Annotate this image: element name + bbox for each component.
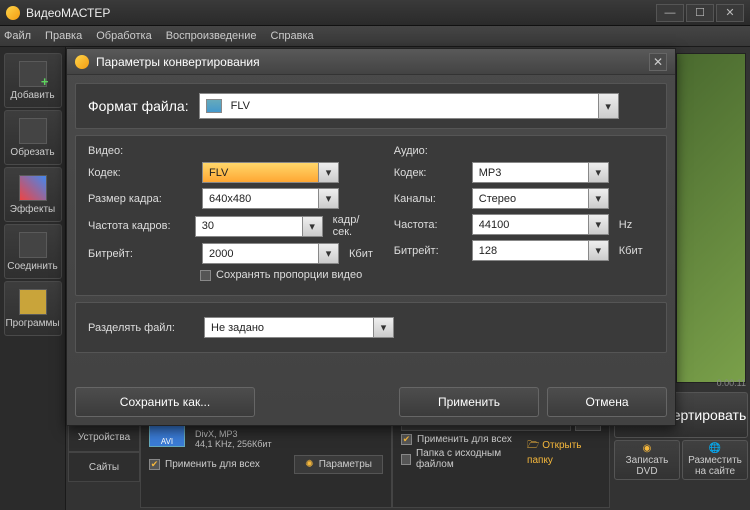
audio-channels-combo[interactable]: Стерео▾: [472, 188, 609, 209]
app-logo-icon: [6, 6, 20, 20]
sidebar-add-label: Добавить: [10, 90, 54, 101]
sidebar-trim[interactable]: Обрезать: [4, 110, 62, 165]
disc-icon: ◉: [643, 443, 652, 454]
menu-processing[interactable]: Обработка: [96, 30, 151, 42]
split-file-combo[interactable]: Не задано▾: [204, 317, 394, 338]
time-total: 0:00:11: [717, 378, 746, 388]
cancel-button[interactable]: Отмена: [547, 387, 667, 417]
window-title: ВидеоМАСТЕР: [26, 6, 656, 20]
dialog-close-button[interactable]: ✕: [649, 53, 667, 71]
menu-bar: Файл Правка Обработка Воспроизведение Сп…: [0, 26, 750, 47]
keep-aspect-checkbox[interactable]: Сохранять пропорции видео: [200, 269, 362, 281]
file-format-combo[interactable]: FLV ▾: [199, 93, 619, 119]
apply-button[interactable]: Применить: [399, 387, 539, 417]
sidebar-join[interactable]: Соединить: [4, 224, 62, 279]
sidebar-programs[interactable]: Программы: [4, 281, 62, 336]
join-icon: [19, 232, 47, 258]
gear-icon: ✺: [305, 459, 313, 470]
sidebar-programs-label: Программы: [5, 318, 59, 329]
sidebar-add[interactable]: Добавить: [4, 53, 62, 108]
sidebar-effects[interactable]: Эффекты: [4, 167, 62, 222]
save-source-folder[interactable]: Папка с исходным файлом: [401, 448, 527, 470]
save-as-button[interactable]: Сохранить как...: [75, 387, 255, 417]
dialog-icon: [75, 55, 89, 69]
conversion-params-dialog: Параметры конвертирования ✕ Формат файла…: [66, 48, 676, 426]
audio-section-label: Аудио:: [394, 145, 654, 157]
audio-codec-combo[interactable]: MP3▾: [472, 162, 609, 183]
menu-help[interactable]: Справка: [271, 30, 314, 42]
format-apply-all[interactable]: ✔Применить для всех: [149, 459, 260, 470]
menu-file[interactable]: Файл: [4, 30, 31, 42]
video-bitrate-combo[interactable]: 2000▾: [202, 243, 339, 264]
sidebar-effects-label: Эффекты: [10, 204, 55, 215]
video-section-label: Видео:: [88, 145, 376, 157]
tab-sites[interactable]: Сайты: [68, 452, 140, 482]
parameters-button[interactable]: ✺Параметры: [294, 455, 383, 474]
sidebar-trim-label: Обрезать: [10, 147, 54, 158]
frame-size-combo[interactable]: 640x480▾: [202, 188, 339, 209]
audio-freq-combo[interactable]: 44100▾: [472, 214, 609, 235]
video-codec-combo[interactable]: FLV▾: [202, 162, 339, 183]
minimize-button[interactable]: —: [656, 4, 684, 22]
save-apply-all[interactable]: ✔Применить для всех: [401, 434, 527, 445]
format-detail: DivX, MP3 44,1 KHz, 256Кбит: [195, 429, 272, 449]
folder-open-icon: 🗁: [527, 440, 539, 451]
left-sidebar: Добавить Обрезать Эффекты Соединить Прог…: [0, 47, 66, 510]
close-window-button[interactable]: ✕: [716, 4, 744, 22]
dialog-title: Параметры конвертирования: [96, 55, 642, 69]
burn-dvd-button[interactable]: ◉Записать DVD: [614, 440, 680, 480]
sidebar-join-label: Соединить: [7, 261, 57, 272]
codec-group: Видео: Кодек: FLV▾ Размер кадра: 640x480…: [75, 135, 667, 296]
trim-icon: [19, 118, 47, 144]
chevron-down-icon: ▾: [598, 94, 618, 118]
effects-icon: [19, 175, 47, 201]
add-icon: [19, 61, 47, 87]
maximize-button[interactable]: ☐: [686, 4, 714, 22]
window-titlebar: ВидеоМАСТЕР — ☐ ✕: [0, 0, 750, 26]
open-folder-link[interactable]: 🗁 Открыть папку: [527, 438, 601, 466]
file-format-label: Формат файла:: [88, 98, 189, 114]
split-group: Разделять файл: Не задано▾: [75, 302, 667, 353]
file-format-group: Формат файла: FLV ▾: [75, 83, 667, 129]
programs-icon: [19, 289, 47, 315]
globe-icon: 🌐: [709, 443, 721, 454]
publish-button[interactable]: 🌐Разместить на сайте: [682, 440, 748, 480]
menu-playback[interactable]: Воспроизведение: [166, 30, 257, 42]
audio-bitrate-combo[interactable]: 128▾: [472, 240, 609, 261]
tab-devices[interactable]: Устройства: [68, 422, 140, 452]
file-format-value: FLV: [200, 94, 598, 118]
fps-combo[interactable]: 30▾: [195, 216, 323, 237]
menu-edit[interactable]: Правка: [45, 30, 82, 42]
